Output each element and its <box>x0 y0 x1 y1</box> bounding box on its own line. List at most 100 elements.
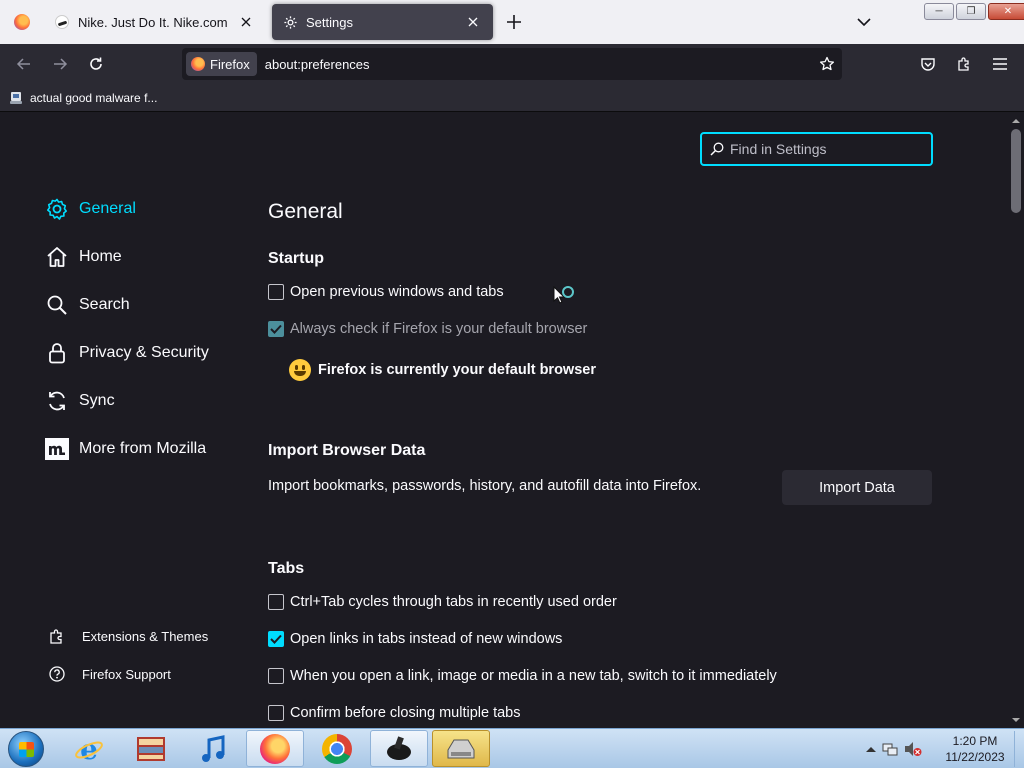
internet-explorer-icon: e <box>75 734 103 764</box>
reload-button[interactable] <box>82 50 110 78</box>
minimize-button[interactable]: ─ <box>924 3 954 20</box>
firefox-support-link[interactable]: Firefox Support <box>44 658 171 690</box>
firefox-view-button[interactable] <box>4 6 40 38</box>
close-icon <box>241 17 251 27</box>
category-more-from-mozilla[interactable]: More from Mozilla <box>44 433 206 465</box>
category-privacy[interactable]: Privacy & Security <box>44 337 209 369</box>
settings-search-input[interactable] <box>730 141 920 157</box>
busy-cursor-icon <box>553 286 574 304</box>
close-window-button[interactable]: ✕ <box>988 3 1024 20</box>
link-label: Firefox Support <box>82 666 171 682</box>
puzzle-icon <box>958 57 969 71</box>
default-browser-checkbox[interactable]: Always check if Firefox is your default … <box>268 319 587 339</box>
pocket-button[interactable] <box>914 50 942 78</box>
tab-settings[interactable]: Settings <box>272 4 493 40</box>
show-hidden-icons-icon[interactable] <box>866 745 876 753</box>
extensions-themes-link[interactable]: Extensions & Themes <box>44 620 208 652</box>
hard-drive-icon <box>447 739 475 758</box>
taskbar-media-center[interactable] <box>122 730 180 767</box>
taskbar-firefox[interactable] <box>246 730 304 767</box>
switch-to-new-tab-checkbox[interactable]: When you open a link, image or media in … <box>268 666 777 686</box>
page-title: General <box>268 200 343 223</box>
checkbox[interactable] <box>268 594 284 610</box>
windows-start-icon <box>8 731 44 767</box>
taskbar-internet-explorer[interactable]: e <box>60 730 118 767</box>
scroll-up-icon[interactable] <box>1012 117 1020 125</box>
bookmark-star-button[interactable] <box>814 51 840 77</box>
checkbox-label: When you open a link, image or media in … <box>290 668 777 684</box>
category-label: Sync <box>79 392 115 409</box>
category-label: General <box>79 200 136 217</box>
restore-button[interactable]: ❐ <box>956 3 986 20</box>
close-icon: ✕ <box>1003 6 1013 17</box>
extensions-button[interactable] <box>950 50 978 78</box>
forward-button[interactable] <box>46 50 74 78</box>
taskbar-clock[interactable]: 1:20 PM 11/22/2023 <box>940 733 1010 765</box>
new-tab-button[interactable] <box>502 10 526 34</box>
page-scrollbar[interactable] <box>1008 113 1024 728</box>
identity-label: Firefox <box>210 56 250 72</box>
back-arrow-icon <box>16 58 30 70</box>
ctrl-tab-checkbox[interactable]: Ctrl+Tab cycles through tabs in recently… <box>268 592 617 612</box>
show-desktop-button[interactable] <box>1014 731 1024 767</box>
itunes-icon <box>202 734 225 762</box>
close-icon <box>468 17 478 27</box>
back-button[interactable] <box>10 50 38 78</box>
open-previous-checkbox[interactable]: Open previous windows and tabs <box>268 282 504 302</box>
status-text: Firefox is currently your default browse… <box>318 362 596 378</box>
clock-date: 11/22/2023 <box>945 750 1005 764</box>
category-label: Search <box>79 296 130 313</box>
checkbox[interactable] <box>268 284 284 300</box>
url-text[interactable]: about:preferences <box>265 57 814 72</box>
navigation-toolbar: Firefox about:preferences <box>0 44 1024 84</box>
minimize-icon: ─ <box>935 6 943 17</box>
identity-box[interactable]: Firefox <box>186 52 257 76</box>
startup-heading: Startup <box>268 250 324 267</box>
app-menu-button[interactable] <box>986 50 1014 78</box>
category-home[interactable]: Home <box>44 241 122 273</box>
star-icon <box>819 56 835 71</box>
reload-icon <box>90 57 102 70</box>
settings-search-box[interactable] <box>700 132 933 166</box>
taskbar-itunes[interactable] <box>184 730 242 767</box>
list-all-tabs-button[interactable] <box>852 10 876 34</box>
checkbox[interactable] <box>268 321 284 337</box>
close-tab-button[interactable] <box>236 12 256 32</box>
tab-title: Nike. Just Do It. Nike.com <box>78 14 228 30</box>
default-browser-status: Firefox is currently your default browse… <box>289 358 596 382</box>
mozilla-icon <box>44 436 70 462</box>
confirm-close-tabs-checkbox[interactable]: Confirm before closing multiple tabs <box>268 703 521 723</box>
checkbox[interactable] <box>268 668 284 684</box>
firefox-icon <box>14 14 30 30</box>
forward-arrow-icon <box>54 58 68 70</box>
category-search[interactable]: Search <box>44 289 130 321</box>
restore-icon: ❐ <box>966 6 976 17</box>
url-bar[interactable]: Firefox about:preferences <box>182 48 842 80</box>
tab-nike[interactable]: Nike. Just Do It. Nike.com <box>44 4 266 40</box>
volume-muted-icon[interactable] <box>904 741 922 757</box>
start-button[interactable] <box>4 730 48 768</box>
open-links-in-tabs-checkbox[interactable]: Open links in tabs instead of new window… <box>268 629 562 649</box>
category-general[interactable]: General <box>44 193 136 225</box>
scroll-thumb[interactable] <box>1011 129 1021 213</box>
pocket-icon <box>921 58 935 71</box>
import-heading: Import Browser Data <box>268 442 426 459</box>
checkbox[interactable] <box>268 705 284 721</box>
import-data-button[interactable]: Import Data <box>782 470 932 505</box>
taskbar-chrome[interactable] <box>308 730 366 767</box>
scroll-down-icon[interactable] <box>1012 716 1020 724</box>
taskbar-app[interactable] <box>370 730 428 767</box>
chrome-icon <box>322 733 352 764</box>
media-center-icon <box>137 736 165 761</box>
checkbox[interactable] <box>268 631 284 647</box>
firefox-icon <box>191 57 205 71</box>
network-icon[interactable] <box>882 741 898 757</box>
checkbox-label: Ctrl+Tab cycles through tabs in recently… <box>290 594 617 610</box>
bookmark-item[interactable]: actual good malware f... <box>8 89 157 107</box>
checkmark-icon <box>270 324 282 334</box>
taskbar-hard-drive[interactable] <box>432 730 490 767</box>
close-tab-button[interactable] <box>463 12 483 32</box>
window-controls: ─ ❐ ✕ <box>924 3 1024 20</box>
puzzle-icon <box>48 627 66 645</box>
category-sync[interactable]: Sync <box>44 385 115 417</box>
